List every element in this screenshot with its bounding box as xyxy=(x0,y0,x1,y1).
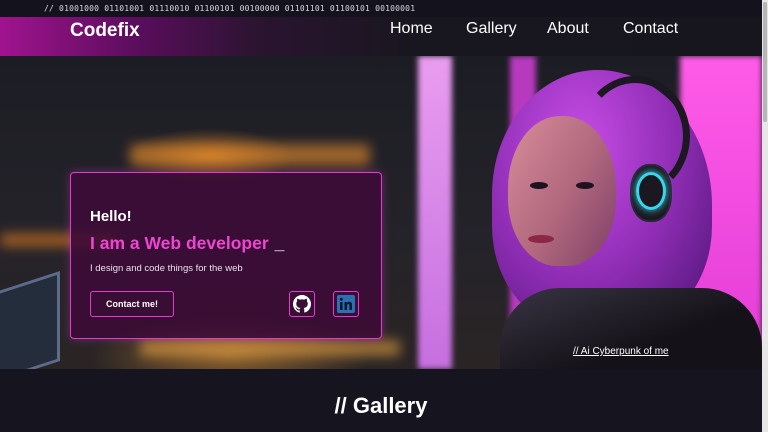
linkedin-icon xyxy=(337,295,355,313)
greeting-text: Hello! xyxy=(90,208,132,225)
headphone-ring xyxy=(636,172,666,210)
linkedin-button[interactable] xyxy=(333,291,359,317)
brand-logo[interactable]: Codefix xyxy=(70,20,140,42)
portrait-image: // Ai Cyberpunk of me xyxy=(470,56,762,369)
tagline: I design and code things for the web xyxy=(90,263,243,274)
nav-link-gallery[interactable]: Gallery xyxy=(466,20,517,38)
intro-card: Hello! I am a Web developer _ I design an… xyxy=(70,172,382,339)
nav-link-home[interactable]: Home xyxy=(390,20,433,38)
image-caption[interactable]: // Ai Cyberpunk of me xyxy=(573,346,669,357)
gallery-title: // Gallery xyxy=(334,393,428,418)
nav-link-about[interactable]: About xyxy=(547,20,589,38)
laptop-illustration xyxy=(0,271,60,369)
navbar: Codefix Home Gallery About Contact xyxy=(0,17,762,56)
headline-text: I am a Web developer xyxy=(90,233,269,253)
gallery-section: // Gallery xyxy=(0,369,762,432)
typing-cursor: _ xyxy=(274,233,285,253)
github-icon xyxy=(293,295,311,313)
floor-light-glow xyxy=(140,340,400,356)
hero-section: // Ai Cyberpunk of me Hello! I am a Web … xyxy=(0,56,762,369)
contact-button[interactable]: Contact me! xyxy=(90,291,174,317)
binary-banner: // 01001000 01101001 01110010 01100101 0… xyxy=(0,0,762,17)
nav-link-contact[interactable]: Contact xyxy=(623,20,678,38)
scrollbar-thumb[interactable] xyxy=(763,2,767,122)
page-scrollbar[interactable] xyxy=(762,0,768,432)
portrait-lips xyxy=(528,235,554,243)
headline: I am a Web developer _ xyxy=(90,233,284,254)
neon-pillar-left xyxy=(418,56,452,369)
portrait-eye-right xyxy=(576,182,594,189)
portrait-eye-left xyxy=(530,182,548,189)
neon-sign-glow xyxy=(130,144,370,166)
github-button[interactable] xyxy=(289,291,315,317)
